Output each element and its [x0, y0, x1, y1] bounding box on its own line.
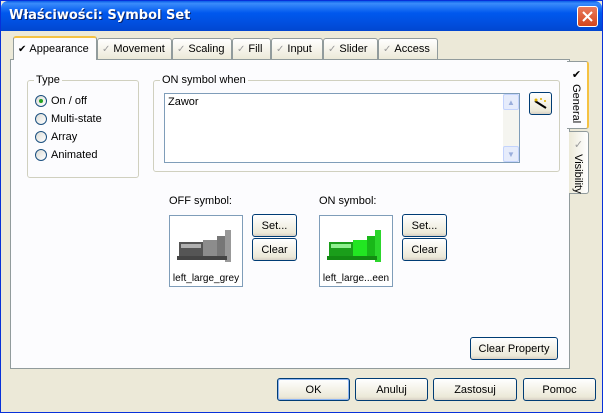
off-set-button[interactable]: Set...	[252, 214, 297, 237]
window-title: Właściwości: Symbol Set	[9, 8, 191, 23]
expression-wizard-button[interactable]	[529, 92, 552, 115]
check-icon: ✓	[177, 43, 186, 55]
help-button[interactable]: Pomoc	[523, 378, 596, 401]
tab-label: Fill	[248, 43, 263, 55]
check-icon: ✓	[383, 43, 392, 55]
tab-access[interactable]: ✓ Access	[378, 38, 438, 59]
check-icon: ✓	[237, 43, 246, 55]
radio-label: Multi-state	[51, 113, 102, 125]
check-icon: ✓	[276, 43, 285, 55]
scroll-up-button[interactable]: ▲	[503, 94, 519, 110]
radio-icon	[35, 149, 47, 161]
off-symbol-label: OFF symbol:	[169, 195, 232, 207]
close-button[interactable]	[577, 6, 598, 27]
expression-scrollbar[interactable]: ▲ ▼	[503, 94, 519, 162]
tab-appearance[interactable]: ✔ Appearance	[13, 36, 97, 60]
type-group: Type	[27, 74, 139, 178]
clear-property-button[interactable]: Clear Property	[470, 337, 558, 360]
cancel-button[interactable]: Anuluj	[355, 378, 428, 401]
check-icon: ✓	[102, 43, 111, 55]
on-symbol-preview[interactable]: left_large...een	[319, 215, 393, 287]
radio-icon	[35, 131, 47, 143]
expression-text: Zawor	[168, 96, 199, 108]
on-set-button[interactable]: Set...	[402, 214, 447, 237]
off-symbol-preview[interactable]: left_large_grey	[169, 215, 243, 287]
on-clear-button[interactable]: Clear	[402, 238, 447, 261]
radio-animated[interactable]: Animated	[35, 148, 97, 162]
tab-label: Access	[394, 43, 430, 55]
tab-slider[interactable]: ✓ Slider	[323, 38, 378, 59]
check-icon: ✔	[18, 43, 27, 55]
scroll-down-button[interactable]: ▼	[503, 146, 519, 162]
on-symbol-label: ON symbol:	[319, 195, 377, 207]
tab-label: Appearance	[29, 43, 89, 55]
valve-green-icon	[327, 230, 381, 262]
tab-scaling[interactable]: ✓ Scaling	[172, 38, 232, 59]
tab-visibility[interactable]: ✓ Visibility	[569, 131, 589, 194]
ok-button[interactable]: OK	[277, 378, 350, 401]
radio-icon	[35, 113, 47, 125]
check-icon: ✓	[328, 43, 337, 55]
radio-on-off[interactable]: On / off	[35, 94, 87, 108]
off-symbol-caption: left_large_grey	[172, 273, 240, 284]
on-when-legend: ON symbol when	[162, 74, 246, 86]
side-tab-label: Visibility	[572, 154, 584, 194]
tab-label: Movement	[113, 43, 165, 55]
tab-label: Slider	[339, 43, 368, 55]
radio-label: On / off	[51, 95, 87, 107]
close-icon	[582, 11, 593, 22]
on-expression-input[interactable]: Zawor ▲ ▼	[164, 93, 520, 163]
radio-label: Array	[51, 131, 78, 143]
off-clear-button[interactable]: Clear	[252, 238, 297, 261]
tab-general[interactable]: ✔ General	[567, 61, 589, 129]
tab-movement[interactable]: ✓ Movement	[97, 38, 172, 59]
valve-grey-icon	[177, 230, 231, 262]
radio-array[interactable]: Array	[35, 130, 77, 144]
type-legend: Type	[36, 74, 60, 86]
tab-input[interactable]: ✓ Input	[271, 38, 323, 59]
wand-icon	[533, 97, 547, 109]
apply-button[interactable]: Zastosuj	[433, 378, 517, 401]
tab-label: Input	[287, 43, 312, 55]
tab-label: Scaling	[188, 43, 225, 55]
radio-multi-state[interactable]: Multi-state	[35, 112, 102, 126]
dialog-window: Właściwości: Symbol Set ✔ Appearance ✓ M…	[0, 0, 603, 413]
check-icon: ✓	[572, 138, 584, 151]
radio-icon	[35, 95, 47, 107]
tab-fill[interactable]: ✓ Fill	[232, 38, 271, 59]
check-icon: ✔	[570, 68, 582, 81]
side-tab-label: General	[570, 84, 582, 124]
radio-label: Animated	[51, 149, 98, 161]
on-symbol-caption: left_large...een	[322, 273, 390, 284]
title-bar[interactable]: Właściwości: Symbol Set	[1, 1, 602, 31]
